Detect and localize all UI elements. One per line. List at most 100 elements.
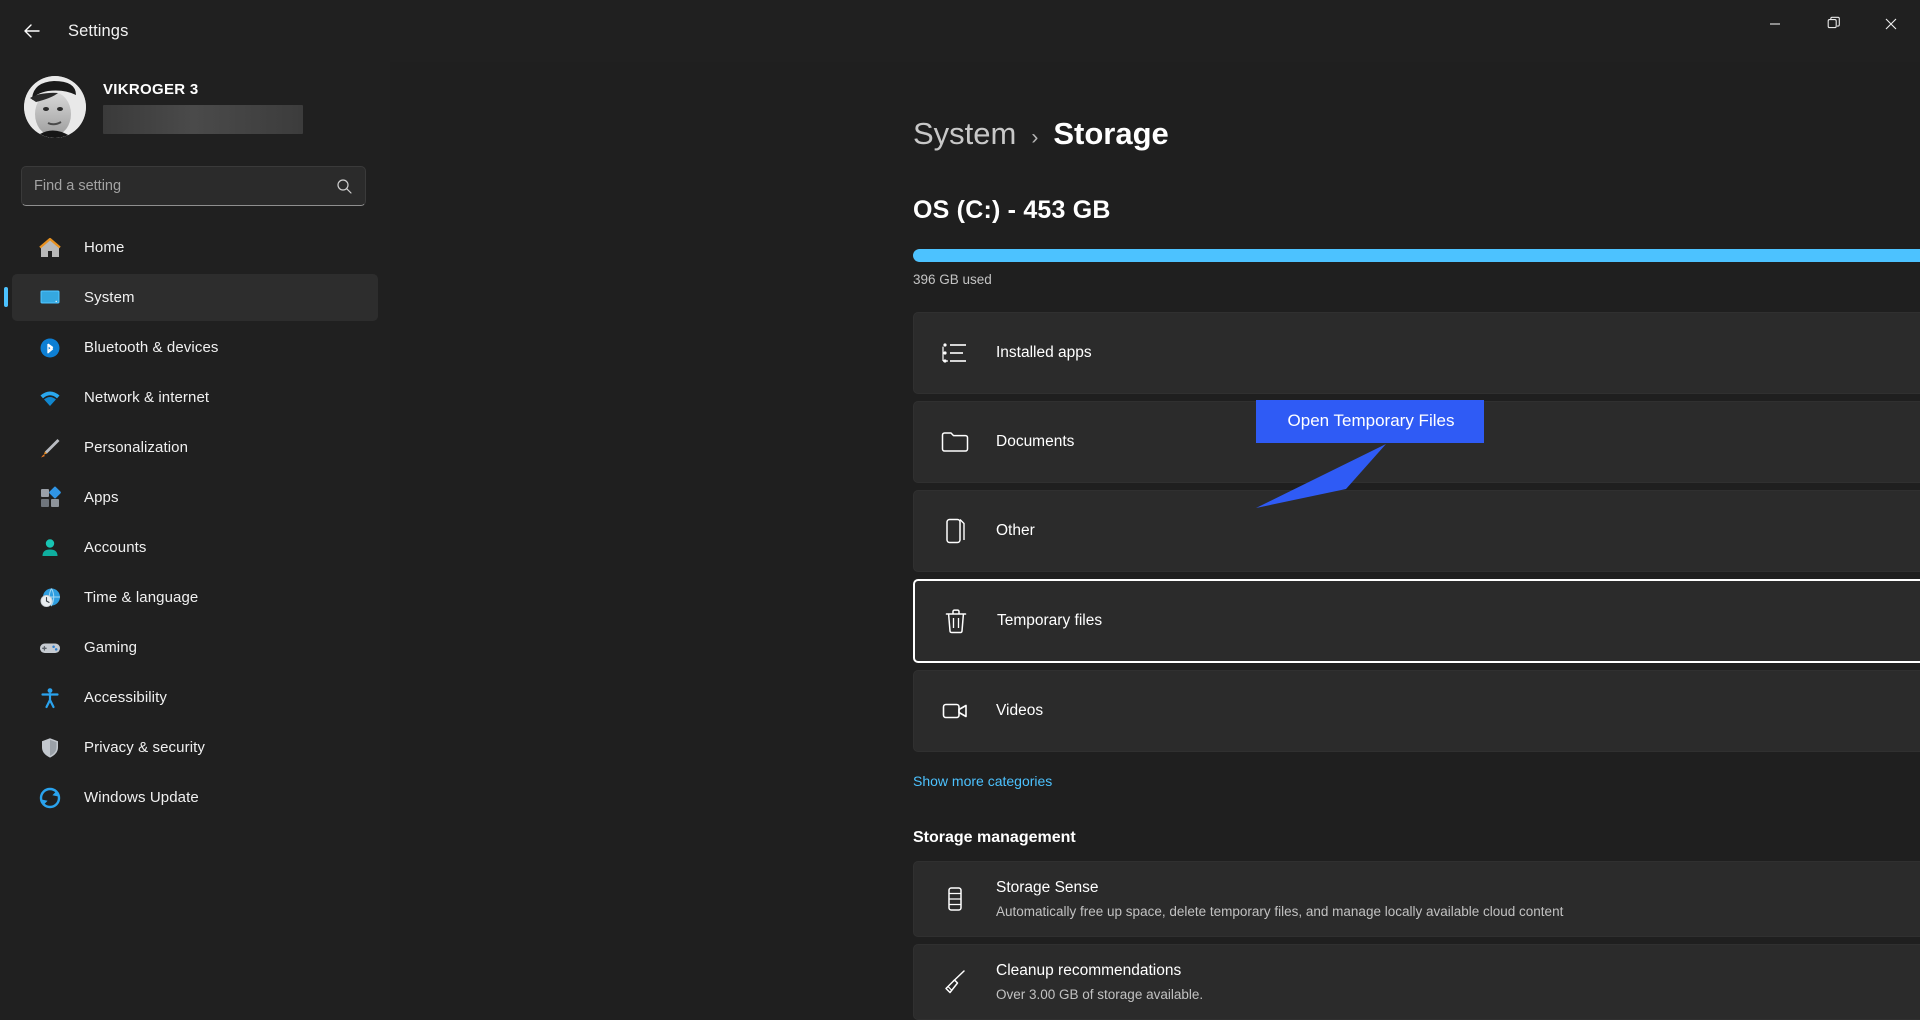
apps-icon bbox=[37, 485, 63, 511]
sidebar-item-label: Windows Update bbox=[84, 789, 199, 806]
privacy-security-icon bbox=[37, 735, 63, 761]
sidebar-item-privacy-security[interactable]: Privacy & security bbox=[12, 724, 378, 771]
cleanup-broom-icon bbox=[945, 970, 965, 994]
minimize-button[interactable] bbox=[1746, 0, 1804, 47]
storage-category-other[interactable]: Other 23.8 GB/396 GB used bbox=[913, 490, 1920, 572]
back-arrow-icon bbox=[24, 24, 40, 38]
management-item-subtitle: Automatically free up space, delete temp… bbox=[996, 904, 1564, 919]
sidebar-item-label: Privacy & security bbox=[84, 739, 205, 756]
storage-category-installed-apps[interactable]: Installed apps 139 GB/396 GB used bbox=[913, 312, 1920, 394]
apps-icon bbox=[41, 486, 61, 507]
storage-category-body: Documents 65.8 GB/396 GB used bbox=[996, 433, 1920, 451]
documents-folder-icon bbox=[938, 427, 972, 457]
management-item-text: Cleanup recommendations Over 3.00 GB of … bbox=[996, 962, 1920, 1002]
search-box[interactable] bbox=[21, 166, 366, 206]
storage-category-documents[interactable]: Documents 65.8 GB/396 GB used bbox=[913, 401, 1920, 483]
time-language-icon bbox=[40, 587, 60, 607]
storage-category-body: Temporary files 2.44 GB/396 GB used bbox=[997, 612, 1920, 630]
sidebar-item-windows-update[interactable]: Windows Update bbox=[12, 774, 378, 821]
sidebar-item-label: Bluetooth & devices bbox=[84, 339, 219, 356]
personalization-icon bbox=[37, 435, 63, 461]
sidebar-item-label: System bbox=[84, 289, 135, 306]
storage-category-header: Other 23.8 GB/396 GB used bbox=[996, 522, 1920, 540]
sidebar-item-home[interactable]: Home bbox=[12, 224, 378, 271]
search-container bbox=[0, 148, 390, 218]
storage-category-name: Temporary files bbox=[997, 612, 1103, 629]
sidebar-item-label: Network & internet bbox=[84, 389, 210, 406]
management-item-cleanup-recommendations[interactable]: Cleanup recommendations Over 3.00 GB of … bbox=[913, 944, 1920, 1020]
privacy-security-icon bbox=[42, 737, 58, 758]
personalization-icon bbox=[41, 438, 60, 457]
video-camera-icon bbox=[942, 703, 967, 719]
cleanup-broom-icon bbox=[938, 967, 972, 997]
storage-category-name: Other bbox=[996, 522, 1035, 539]
storage-management-heading: Storage management bbox=[913, 829, 1076, 846]
management-item-title: Storage Sense bbox=[996, 879, 1099, 896]
search-icon[interactable] bbox=[336, 178, 353, 195]
home-icon bbox=[39, 237, 61, 257]
bluetooth-icon bbox=[40, 338, 60, 357]
breadcrumb-separator: › bbox=[1031, 126, 1039, 149]
drive-usage-fill bbox=[913, 249, 1920, 262]
management-item-subtitle: Over 3.00 GB of storage available. bbox=[996, 987, 1204, 1002]
search-input[interactable] bbox=[34, 178, 336, 194]
gaming-icon bbox=[40, 643, 60, 653]
storage-category-body: Videos 1.74 GB/396 GB used bbox=[996, 702, 1920, 720]
sidebar-item-accessibility[interactable]: Accessibility bbox=[12, 674, 378, 721]
drive-usage-legend: 396 GB used 57.3 GB free bbox=[913, 272, 1920, 287]
maximize-icon bbox=[1827, 16, 1840, 29]
windows-update-icon bbox=[37, 785, 63, 811]
other-files-icon bbox=[946, 518, 965, 544]
avatar-photo-icon bbox=[24, 76, 86, 138]
window-controls bbox=[1746, 0, 1920, 47]
title-bar: Settings bbox=[0, 0, 1920, 62]
close-button[interactable] bbox=[1862, 0, 1920, 47]
storage-category-body: Other 23.8 GB/396 GB used bbox=[996, 522, 1920, 540]
drive-usage-block: 396 GB used 57.3 GB free bbox=[913, 249, 1920, 287]
sidebar-item-label: Gaming bbox=[84, 639, 138, 656]
other-files-icon bbox=[938, 516, 972, 546]
minimize-icon bbox=[1770, 22, 1780, 25]
show-more-categories-link[interactable]: Show more categories bbox=[913, 773, 1052, 789]
account-name: VIKROGER 3 bbox=[103, 80, 199, 98]
sidebar-item-time-language[interactable]: Time & language bbox=[12, 574, 378, 621]
sidebar-item-gaming[interactable]: Gaming bbox=[12, 624, 378, 671]
storage-category-header: Installed apps 139 GB/396 GB used bbox=[996, 344, 1920, 362]
account-block[interactable]: VIKROGER 3 bbox=[0, 62, 390, 148]
storage-category-videos[interactable]: Videos 1.74 GB/396 GB used bbox=[913, 670, 1920, 752]
drive-title: OS (C:) - 453 GB bbox=[913, 196, 1111, 224]
gaming-icon bbox=[37, 635, 63, 661]
video-camera-icon bbox=[938, 696, 972, 726]
back-button[interactable] bbox=[12, 13, 52, 49]
sidebar-item-accounts[interactable]: Accounts bbox=[12, 524, 378, 571]
documents-folder-icon bbox=[941, 432, 969, 452]
storage-category-header: Temporary files 2.44 GB/396 GB used bbox=[997, 612, 1920, 630]
sidebar-item-label: Time & language bbox=[84, 589, 199, 606]
maximize-button[interactable] bbox=[1804, 0, 1862, 47]
sidebar: VIKROGER 3 Find a setting Home System Bl… bbox=[0, 62, 390, 1020]
storage-category-name: Documents bbox=[996, 433, 1075, 450]
system-icon bbox=[37, 285, 63, 311]
storage-category-header: Documents 65.8 GB/396 GB used bbox=[996, 433, 1920, 451]
accessibility-icon bbox=[37, 685, 63, 711]
sidebar-item-personalization[interactable]: Personalization bbox=[12, 424, 378, 471]
avatar bbox=[24, 76, 86, 138]
storage-category-header: Videos 1.74 GB/396 GB used bbox=[996, 702, 1920, 720]
installed-apps-icon bbox=[942, 343, 966, 363]
accounts-icon bbox=[37, 535, 63, 561]
storage-category-name: Videos bbox=[996, 702, 1044, 719]
breadcrumb-parent[interactable]: System bbox=[913, 116, 1016, 152]
management-item-storage-sense[interactable]: Storage Sense Automatically free up spac… bbox=[913, 861, 1920, 937]
time-language-icon bbox=[37, 585, 63, 611]
sidebar-item-network-internet[interactable]: Network & internet bbox=[12, 374, 378, 421]
sidebar-item-apps[interactable]: Apps bbox=[12, 474, 378, 521]
home-icon bbox=[37, 235, 63, 261]
storage-sense-icon bbox=[948, 887, 962, 911]
sidebar-item-bluetooth-devices[interactable]: Bluetooth & devices bbox=[12, 324, 378, 371]
sidebar-item-label: Apps bbox=[84, 489, 119, 506]
storage-category-temporary-files[interactable]: Temporary files 2.44 GB/396 GB used bbox=[913, 579, 1920, 663]
bluetooth-icon bbox=[37, 335, 63, 361]
trash-icon bbox=[945, 609, 967, 634]
sidebar-item-system[interactable]: System bbox=[4, 274, 378, 321]
sidebar-item-label: Accounts bbox=[84, 539, 147, 556]
